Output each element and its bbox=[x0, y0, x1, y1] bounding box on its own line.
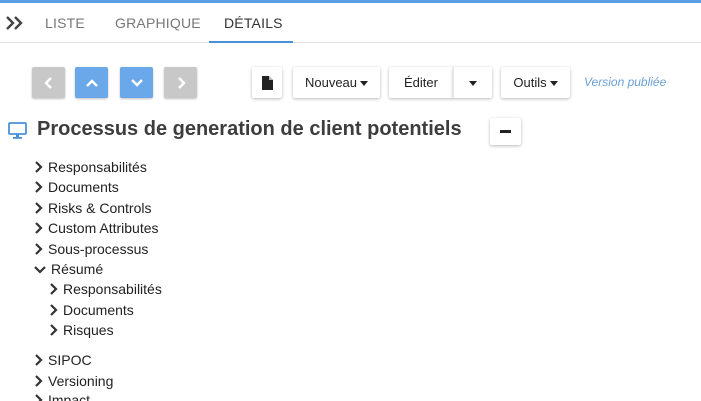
tree-node-label: Versioning bbox=[48, 373, 114, 389]
chevron-right-icon bbox=[35, 202, 43, 214]
tree-node-label: Documents bbox=[63, 302, 134, 318]
chevron-right-icon bbox=[35, 394, 43, 401]
chevron-right-icon bbox=[50, 304, 58, 316]
chevron-right-icon bbox=[50, 324, 58, 336]
active-tab-indicator bbox=[209, 41, 293, 43]
tree-node[interactable]: Sous-processus bbox=[34, 240, 148, 258]
tree-node[interactable]: Risques bbox=[49, 321, 114, 339]
tree-node[interactable]: Responsabilités bbox=[34, 158, 147, 176]
nav-down-button[interactable] bbox=[120, 67, 153, 98]
tree-node-label: Résumé bbox=[51, 261, 104, 277]
chevron-left-icon bbox=[43, 76, 52, 89]
chevron-right-icon bbox=[35, 243, 43, 255]
tree-node-label: Custom Attributes bbox=[48, 220, 159, 236]
chevron-right-icon bbox=[35, 222, 43, 234]
tree-node[interactable]: Versioning bbox=[34, 372, 113, 390]
outils-label: Outils bbox=[513, 75, 547, 90]
caret-down-icon bbox=[360, 81, 369, 86]
editer-label: Éditer bbox=[404, 75, 438, 90]
nav-next-button[interactable] bbox=[164, 67, 197, 98]
minus-icon bbox=[500, 130, 511, 133]
tree-node-label: Impact bbox=[48, 392, 91, 401]
chevron-right-icon bbox=[177, 76, 186, 89]
editer-dropdown-toggle[interactable] bbox=[453, 67, 492, 98]
tree-node-label: Risques bbox=[63, 322, 114, 338]
tab-bar: LISTE GRAPHIQUE DÉTAILS bbox=[0, 3, 701, 43]
tree-node[interactable]: Documents bbox=[34, 178, 119, 196]
monitor-icon bbox=[8, 122, 27, 139]
editer-button[interactable]: Éditer bbox=[389, 67, 453, 98]
page-title: Processus de generation de client potent… bbox=[37, 118, 462, 140]
document-button[interactable] bbox=[252, 67, 282, 98]
tree-node-label: Sous-processus bbox=[48, 241, 149, 257]
version-status: Version publiée bbox=[584, 75, 667, 89]
tree-node[interactable]: Responsabilités bbox=[49, 280, 162, 298]
chevron-down-icon bbox=[34, 265, 46, 274]
outils-dropdown-button[interactable]: Outils bbox=[501, 67, 570, 98]
chevron-right-icon bbox=[35, 375, 43, 387]
chevron-right-icon bbox=[50, 283, 58, 295]
tree-node-label: Responsabilités bbox=[63, 281, 162, 297]
tree-node[interactable]: SIPOC bbox=[34, 351, 92, 369]
tab-graphique[interactable]: GRAPHIQUE bbox=[115, 15, 201, 31]
tree-node-label: Documents bbox=[48, 179, 119, 195]
tab-liste[interactable]: LISTE bbox=[45, 15, 85, 31]
double-chevron-right-icon[interactable] bbox=[5, 13, 25, 33]
tab-details[interactable]: DÉTAILS bbox=[224, 15, 283, 31]
nav-previous-button[interactable] bbox=[32, 67, 65, 98]
tree-node[interactable]: Résumé bbox=[34, 260, 103, 278]
nav-up-button[interactable] bbox=[75, 67, 108, 98]
nouveau-label: Nouveau bbox=[304, 75, 358, 90]
caret-down-icon bbox=[469, 81, 477, 86]
chevron-up-icon bbox=[85, 78, 98, 87]
tree-node-label: Responsabilités bbox=[48, 159, 147, 175]
nouveau-dropdown-button[interactable]: Nouveau bbox=[293, 67, 380, 98]
collapse-button[interactable] bbox=[490, 118, 521, 145]
chevron-down-icon bbox=[130, 78, 143, 87]
tree-node[interactable]: Custom Attributes bbox=[34, 219, 159, 237]
chevron-right-icon bbox=[35, 161, 43, 173]
document-icon bbox=[261, 75, 273, 90]
chevron-right-icon bbox=[35, 354, 43, 366]
tree-node[interactable]: Documents bbox=[49, 301, 134, 319]
chevron-right-icon bbox=[35, 181, 43, 193]
tree-node-label: SIPOC bbox=[48, 352, 92, 368]
tree-node[interactable]: Impact bbox=[34, 391, 90, 401]
caret-down-icon bbox=[549, 81, 558, 86]
tree-node-label: Risks & Controls bbox=[48, 200, 152, 216]
tree-node[interactable]: Risks & Controls bbox=[34, 199, 151, 217]
